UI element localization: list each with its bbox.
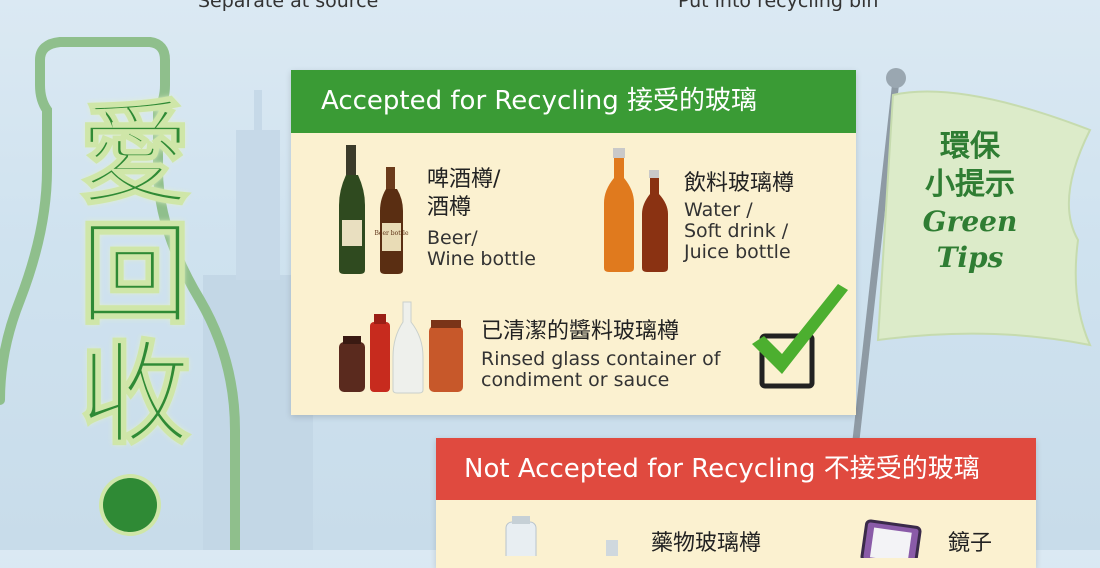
beer-bottle-label: Beer bottle xyxy=(374,230,408,237)
not-accepted-item-mirror: 鏡子 xyxy=(948,530,992,558)
beer-wine-bottles-icon: Beer bottle xyxy=(339,145,409,274)
slogan-love-recycling: 愛 回 收 xyxy=(50,90,220,460)
drink-bottles-icon xyxy=(604,148,668,272)
not-accepted-item-medicine: 藥物玻璃樽 xyxy=(651,530,761,558)
item-en-label: Juice bottle xyxy=(684,241,791,263)
flag-pole-knob xyxy=(886,68,906,88)
item-en-label: Soft drink / xyxy=(684,220,789,242)
item-zh-label: 鏡子 xyxy=(948,531,993,556)
item-en-label: Rinsed glass container of xyxy=(481,348,721,370)
accepted-header: Accepted for Recycling 接受的玻璃 xyxy=(291,70,856,133)
item-zh-label: 啤酒樽/ xyxy=(427,167,501,192)
slogan-dot xyxy=(103,478,157,532)
item-zh-label: 飲料玻璃樽 xyxy=(684,171,795,196)
accepted-item-beer: 啤酒樽/ 酒樽 Beer/ Wine bottle xyxy=(427,166,536,270)
green-tips-en: Tips xyxy=(936,241,1004,274)
caption-separate-at-source: Separate at source xyxy=(198,0,379,12)
green-tips-zh: 環保 xyxy=(940,129,1000,164)
condiment-jars-icon xyxy=(339,301,463,394)
caption-put-into-bin: Put into recycling bin xyxy=(678,0,879,12)
checkmark-icon xyxy=(752,284,848,389)
mirror-icon xyxy=(860,519,922,558)
item-en-label: Wine bottle xyxy=(427,248,536,270)
slogan-char: 收 xyxy=(78,330,192,460)
green-tips-en: Green xyxy=(922,205,1018,238)
green-tips-zh: 小提示 xyxy=(925,167,1015,202)
not-accepted-header: Not Accepted for Recycling 不接受的玻璃 xyxy=(436,438,1036,500)
slogan-char: 回 xyxy=(78,210,192,340)
item-en-label: condiment or sauce xyxy=(481,369,670,391)
item-zh-label: 酒樽 xyxy=(427,195,472,220)
accepted-item-drinks: 飲料玻璃樽 Water / Soft drink / Juice bottle xyxy=(684,170,794,263)
accepted-item-condiment: 已清潔的醬料玻璃樽 Rinsed glass container of cond… xyxy=(481,318,720,391)
item-zh-label: 已清潔的醬料玻璃樽 xyxy=(481,319,680,344)
slogan-char: 愛 xyxy=(78,90,192,220)
tower-shape xyxy=(236,130,280,280)
tower-antenna xyxy=(254,90,262,135)
medicine-bottles-icon xyxy=(505,516,618,556)
item-en-label: Beer/ xyxy=(427,227,478,249)
item-zh-label: 藥物玻璃樽 xyxy=(651,531,762,556)
not-accepted-panel: Not Accepted for Recycling 不接受的玻璃 藥物玻璃樽 … xyxy=(436,438,1036,568)
green-tips: 環保 小提示 Green Tips xyxy=(905,128,1035,276)
item-en-label: Water / xyxy=(684,199,753,221)
